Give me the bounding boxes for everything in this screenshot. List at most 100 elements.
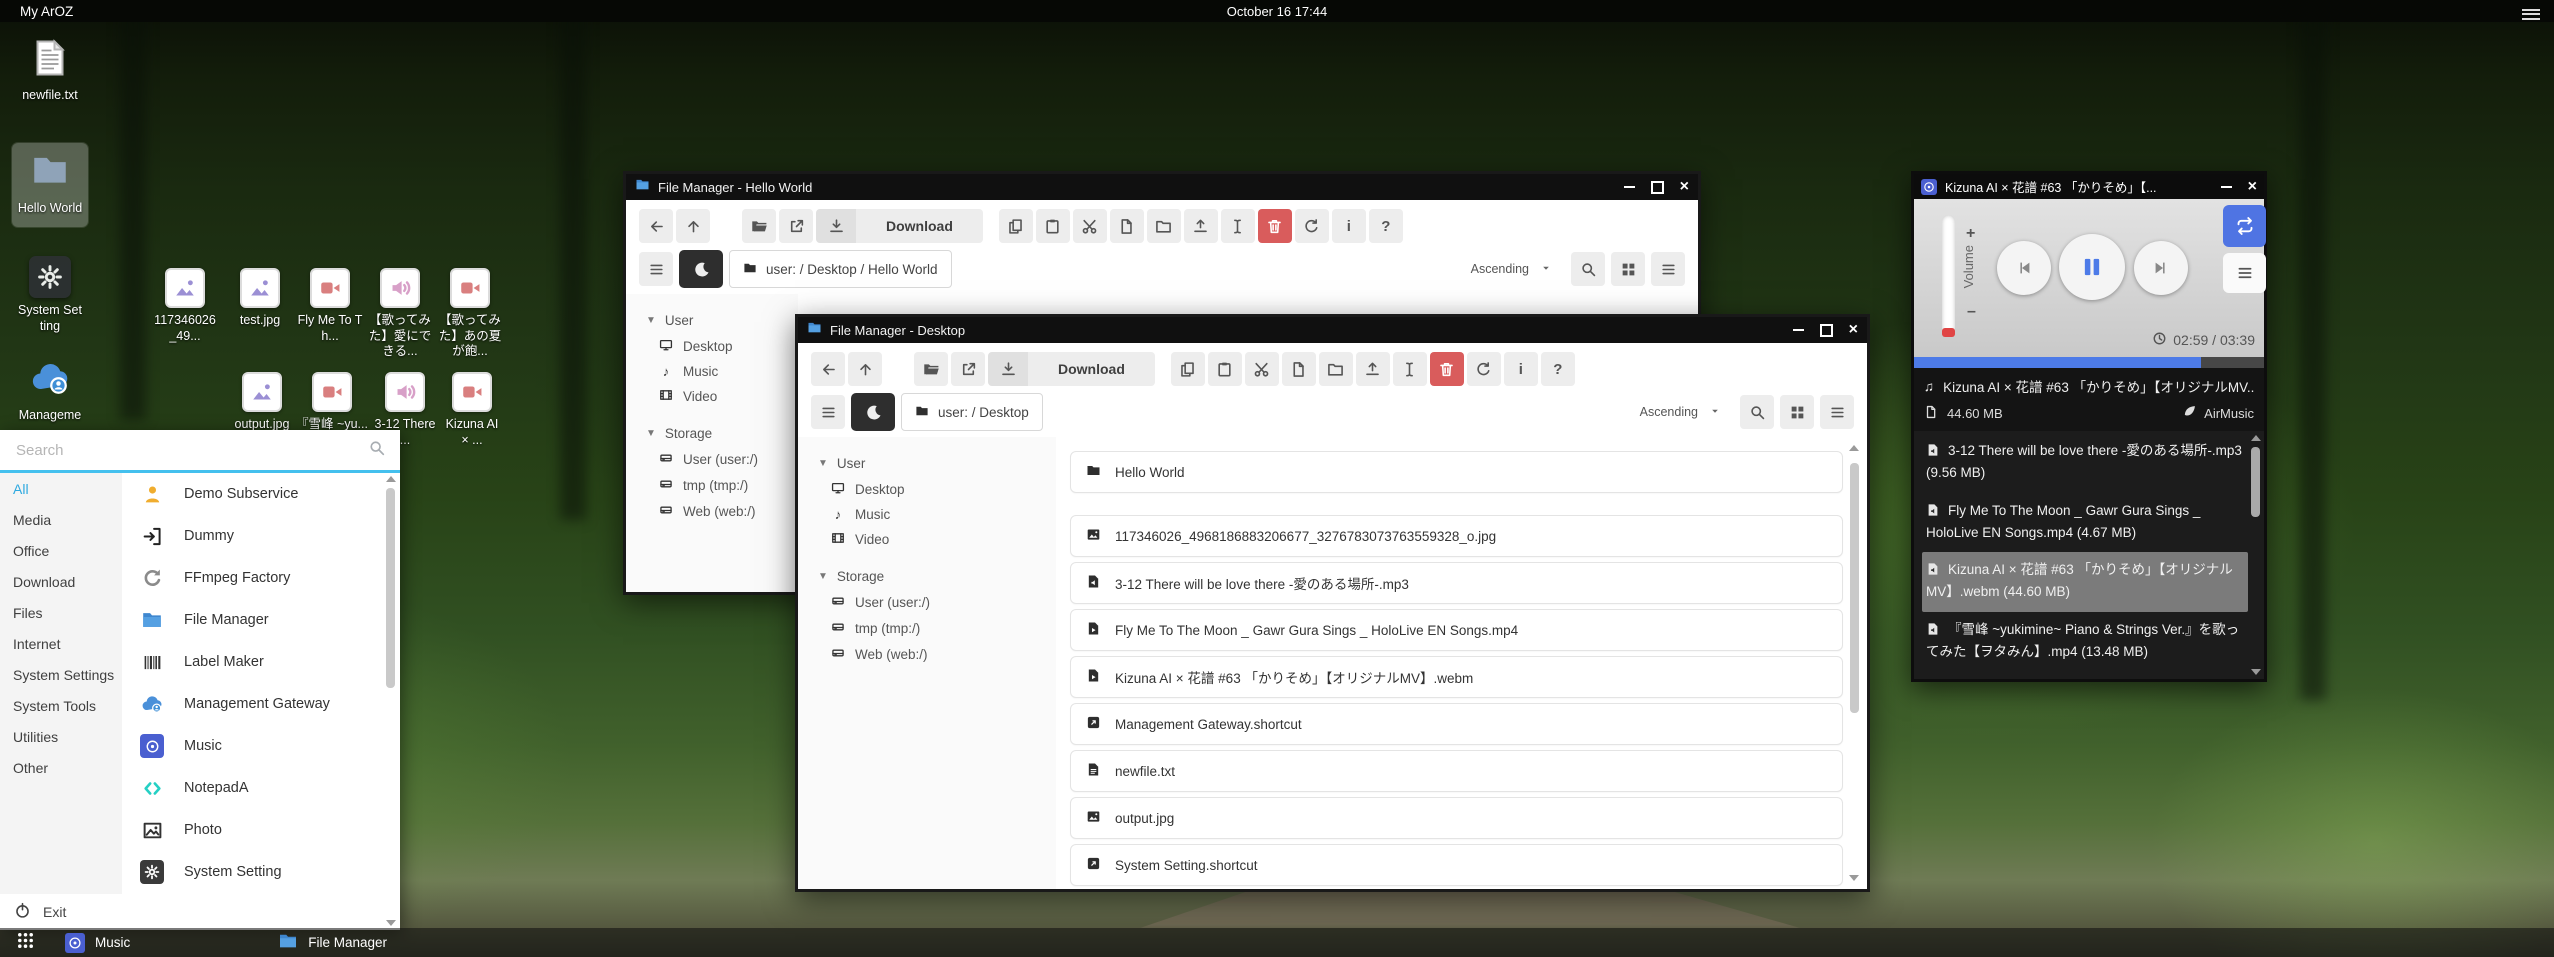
apps-grid-icon[interactable]	[16, 931, 35, 955]
info-button[interactable]: i	[1504, 352, 1538, 386]
sidebar-item-tmp[interactable]: tmp (tmp:/)	[798, 615, 1056, 641]
desktop-icon[interactable]: 【歌ってみ た】愛にで きる...	[362, 268, 438, 360]
player-title-bar[interactable]: Kizuna AI × 花譜 #63 「かりそめ」【... ×	[1914, 174, 2264, 199]
app-item-demo-subservice[interactable]: Demo Subservice	[122, 473, 384, 515]
minimize-button[interactable]	[2221, 186, 2232, 188]
playlist-menu-button[interactable]	[2223, 253, 2266, 293]
rename-button[interactable]	[1221, 209, 1255, 243]
sidebar-item-video[interactable]: Video	[798, 526, 1056, 552]
copy-button[interactable]	[1171, 352, 1205, 386]
sidebar-item-music[interactable]: ♪Music	[798, 502, 1056, 526]
scroll-thumb[interactable]	[386, 488, 395, 688]
back-button[interactable]	[639, 209, 673, 243]
rename-button[interactable]	[1393, 352, 1427, 386]
new-file-button[interactable]	[1110, 209, 1144, 243]
category-system-tools[interactable]: System Tools	[0, 690, 122, 721]
file-row[interactable]: newfile.txt	[1070, 750, 1843, 792]
next-button[interactable]	[2134, 241, 2188, 295]
volume-slider[interactable]	[1942, 215, 1955, 337]
close-button[interactable]: ×	[2248, 179, 2257, 195]
menu-button[interactable]	[811, 395, 845, 429]
file-row[interactable]: Management Gateway.shortcut	[1070, 703, 1843, 745]
download-button[interactable]: Download	[816, 209, 983, 243]
desktop-icon[interactable]: Manageme	[12, 358, 88, 424]
app-item-label-maker[interactable]: Label Maker	[122, 641, 384, 683]
category-other[interactable]: Other	[0, 752, 122, 783]
file-row[interactable]: Kizuna AI × 花譜 #63 「かりそめ」【オリジナルMV】.webm	[1070, 656, 1843, 698]
app-item-ffmpeg-factory[interactable]: FFmpeg Factory	[122, 557, 384, 599]
playlist-item[interactable]: 『雪峰 ~yukimine~ Piano & Strings Ver.』を歌って…	[1922, 612, 2248, 672]
playlist-scrollbar[interactable]	[2251, 435, 2261, 675]
window-title-bar[interactable]: File Manager - Hello World×	[626, 174, 1698, 200]
desktop-icon[interactable]: Fly Me To T h...	[292, 268, 368, 344]
sidebar-item-web[interactable]: Web (web:/)	[798, 641, 1056, 667]
category-internet[interactable]: Internet	[0, 628, 122, 659]
category-media[interactable]: Media	[0, 504, 122, 535]
category-office[interactable]: Office	[0, 535, 122, 566]
open-new-window-button[interactable]	[951, 352, 985, 386]
paste-button[interactable]	[1036, 209, 1070, 243]
up-button[interactable]	[848, 352, 882, 386]
close-button[interactable]: ×	[1849, 322, 1858, 338]
up-button[interactable]	[676, 209, 710, 243]
previous-button[interactable]	[1997, 241, 2051, 295]
download-button[interactable]: Download	[988, 352, 1155, 386]
app-item-photo[interactable]: Photo	[122, 809, 384, 851]
open-new-window-button[interactable]	[779, 209, 813, 243]
window-title-bar[interactable]: File Manager - Desktop×	[798, 317, 1867, 343]
cut-button[interactable]	[1245, 352, 1279, 386]
file-row[interactable]: 117346026_4968186883206677_3276783073763…	[1070, 515, 1843, 557]
upload-button[interactable]	[1184, 209, 1218, 243]
minimize-button[interactable]	[1793, 329, 1804, 331]
sidebar-item-desktop[interactable]: Desktop	[626, 333, 798, 359]
sidebar-item-user[interactable]: User (user:/)	[626, 446, 798, 472]
scroll-down-icon[interactable]	[2251, 669, 2261, 675]
sidebar-item-desktop[interactable]: Desktop	[798, 476, 1056, 502]
scroll-up-icon[interactable]	[1849, 445, 1859, 451]
close-button[interactable]: ×	[1680, 179, 1689, 195]
scroll-down-icon[interactable]	[386, 920, 396, 926]
hamburger-icon[interactable]	[2522, 6, 2540, 22]
pause-button[interactable]	[2059, 234, 2125, 300]
refresh-button[interactable]	[1467, 352, 1501, 386]
playlist-item[interactable]: Kizuna AI × 花譜 #63 「かりそめ」【オリジナルMV】.webm …	[1922, 552, 2248, 612]
paste-button[interactable]	[1208, 352, 1242, 386]
cut-button[interactable]	[1073, 209, 1107, 243]
file-row[interactable]: output.jpg	[1070, 797, 1843, 839]
help-button[interactable]: ?	[1541, 352, 1575, 386]
info-button[interactable]: i	[1332, 209, 1366, 243]
theme-toggle-button[interactable]	[679, 250, 723, 288]
grid-view-button[interactable]	[1780, 395, 1814, 429]
grid-view-button[interactable]	[1611, 252, 1645, 286]
app-item-system-setting[interactable]: System Setting	[122, 851, 384, 893]
category-all[interactable]: All	[0, 473, 122, 504]
sort-dropdown[interactable]: Ascending	[1457, 251, 1565, 287]
back-button[interactable]	[811, 352, 845, 386]
menu-scrollbar[interactable]	[386, 476, 397, 926]
sidebar-item-tmp[interactable]: tmp (tmp:/)	[626, 472, 798, 498]
exit-button[interactable]: Exit	[0, 894, 384, 930]
minimize-button[interactable]	[1624, 186, 1635, 188]
desktop-icon[interactable]: test.jpg	[222, 268, 298, 329]
file-row[interactable]: Hello World	[1070, 451, 1843, 493]
refresh-button[interactable]	[1295, 209, 1329, 243]
menu-button[interactable]	[639, 252, 673, 286]
desktop-icon[interactable]: 117346026 _49...	[147, 268, 223, 344]
sidebar-section-storage[interactable]: ▼Storage	[798, 564, 1056, 589]
volume-down[interactable]: –	[1967, 303, 1976, 321]
scroll-up-icon[interactable]	[386, 476, 396, 482]
breadcrumb[interactable]: user: / Desktop	[901, 393, 1043, 431]
open-button[interactable]	[914, 352, 948, 386]
search-button[interactable]	[1740, 395, 1774, 429]
list-view-button[interactable]	[1651, 252, 1685, 286]
volume-handle[interactable]	[1942, 328, 1955, 337]
scroll-up-icon[interactable]	[2251, 435, 2261, 441]
desktop-icon[interactable]: Hello World	[12, 143, 88, 227]
sidebar-section-user[interactable]: ▼User	[626, 308, 798, 333]
scrollbar-thumb[interactable]	[1850, 463, 1859, 713]
maximize-button[interactable]	[1820, 324, 1833, 337]
desktop-icon[interactable]: 【歌ってみ た】あの夏 が飽...	[432, 268, 508, 360]
category-utilities[interactable]: Utilities	[0, 721, 122, 752]
sidebar-section-storage[interactable]: ▼Storage	[626, 421, 798, 446]
scroll-down-icon[interactable]	[1849, 875, 1859, 881]
